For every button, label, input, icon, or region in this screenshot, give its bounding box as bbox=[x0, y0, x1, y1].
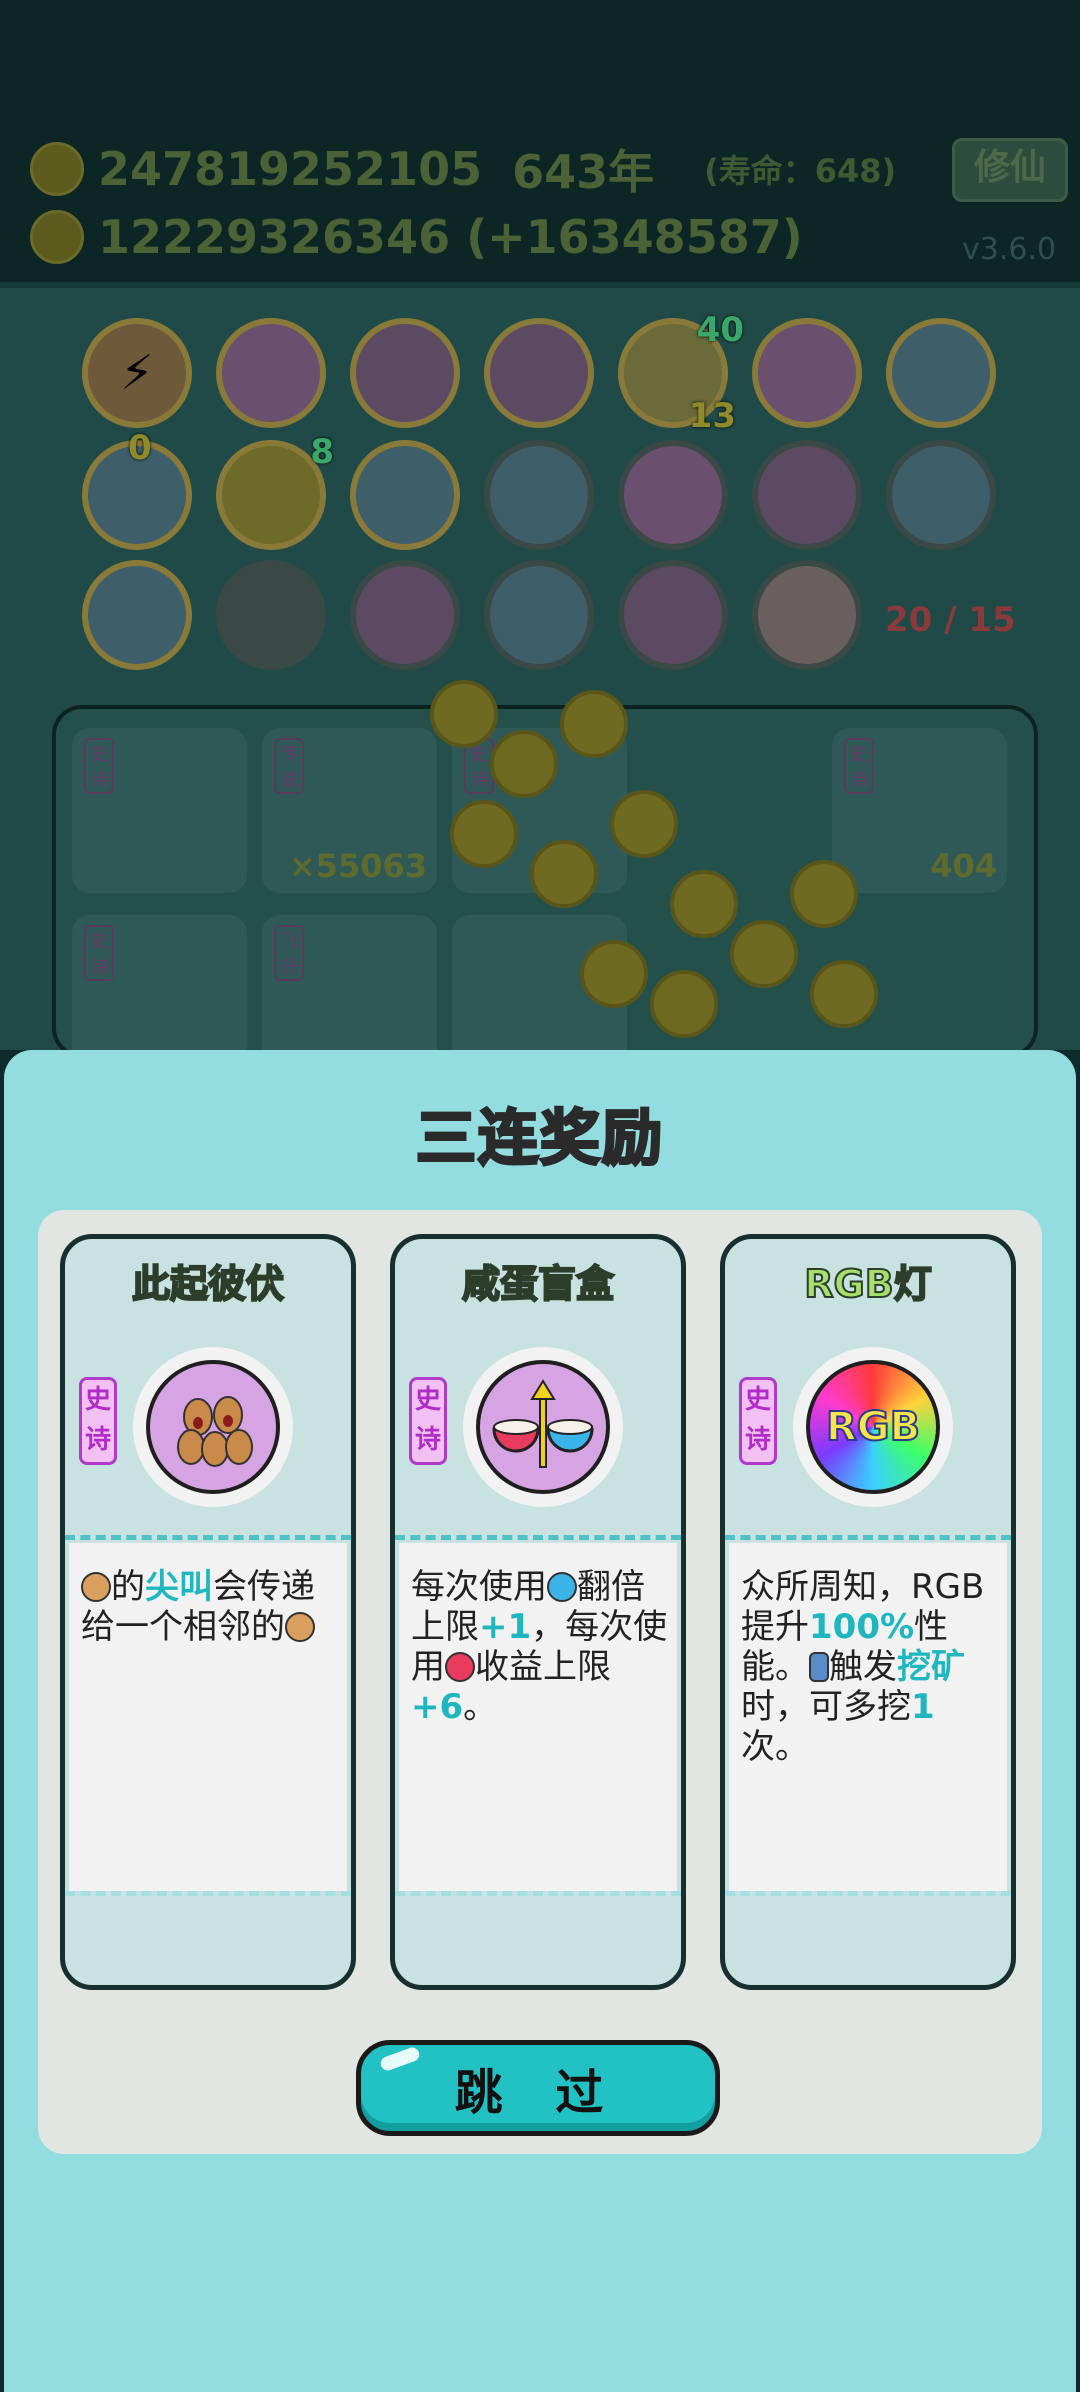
rarity-tag: 飞升 bbox=[274, 925, 304, 981]
rgb-light-icon: RGB bbox=[806, 1360, 940, 1494]
printer-icon[interactable] bbox=[886, 318, 996, 428]
coin-icon bbox=[650, 970, 718, 1038]
card-divider-bottom bbox=[65, 1891, 351, 1896]
age-years: 643年 bbox=[512, 145, 655, 199]
card-description: 的尖叫会传递给一个相邻的 bbox=[81, 1567, 315, 1647]
reward-card-3[interactable]: RGB灯 史诗 RGB 众所周知，RGB提升100%性能。 触发挖矿时，可多挖1次… bbox=[720, 1234, 1016, 1990]
rarity-tag: 史诗 bbox=[84, 925, 114, 981]
rice-bowl-icon[interactable] bbox=[752, 318, 862, 428]
card-name: 此起彼伏 bbox=[131, 1261, 285, 1307]
coin-icon bbox=[490, 730, 558, 798]
rarity-tag: 传说 bbox=[274, 738, 304, 794]
cleaver-icon[interactable] bbox=[350, 318, 460, 428]
rice-bowl-icon bbox=[476, 1360, 610, 1494]
red-bowl-inline-icon bbox=[445, 1652, 475, 1682]
card-divider-bottom bbox=[725, 1891, 1011, 1896]
income-coin-icon bbox=[30, 210, 84, 264]
skirt-icon[interactable] bbox=[752, 440, 862, 550]
income-value: 12229326346 (+16348587) bbox=[98, 210, 803, 264]
card-icon-frame bbox=[463, 1347, 623, 1507]
coin-icon bbox=[560, 690, 628, 758]
modal-title: 三连奖励 bbox=[415, 1103, 664, 1176]
husky-icon[interactable] bbox=[886, 440, 996, 550]
rarity-badge: 史诗 bbox=[739, 1377, 777, 1465]
meerkats-icon bbox=[146, 1360, 280, 1494]
card-icon-frame: RGB bbox=[793, 1347, 953, 1507]
rice-bowl-icon[interactable] bbox=[216, 318, 326, 428]
card-name: RGB灯 bbox=[803, 1261, 932, 1307]
blue-bowl-inline-icon bbox=[547, 1572, 577, 1602]
coin-icon bbox=[810, 960, 878, 1028]
coin-pack-icon[interactable] bbox=[82, 560, 192, 670]
coin-icon bbox=[580, 940, 648, 1008]
coin-icon bbox=[730, 920, 798, 988]
pill-count-badge: 0 bbox=[128, 428, 152, 468]
coin-icon bbox=[670, 870, 738, 938]
coin-icon bbox=[450, 800, 518, 868]
shell-bottom-badge: 13 bbox=[688, 396, 736, 436]
card-name: 咸蛋盲盒 bbox=[461, 1261, 615, 1307]
card-icon-frame bbox=[133, 1347, 293, 1507]
coin-icon bbox=[30, 142, 84, 196]
shell-icon[interactable]: 40 13 bbox=[618, 310, 744, 436]
version-label: v3.6.0 bbox=[962, 232, 1057, 267]
coin-total: 247819252105 bbox=[98, 142, 483, 196]
coin-pile bbox=[430, 640, 910, 1050]
time-magazine-icon[interactable] bbox=[618, 440, 728, 550]
hud-divider bbox=[0, 282, 1080, 288]
coin-icon bbox=[610, 790, 678, 858]
cultivate-button[interactable]: 修仙 bbox=[952, 138, 1068, 202]
card-divider bbox=[725, 1535, 1011, 1540]
card-divider bbox=[65, 1535, 351, 1540]
board-card-bucket[interactable]: 传说 ×55063 bbox=[262, 728, 437, 893]
coin-icon bbox=[790, 860, 858, 928]
rarity-badge: 史诗 bbox=[409, 1377, 447, 1465]
card-divider bbox=[395, 1535, 681, 1540]
card-description: 众所周知，RGB提升100%性能。 触发挖矿时，可多挖1次。 bbox=[741, 1567, 985, 1767]
handshake-count-badge: 8 bbox=[310, 432, 334, 472]
reward-card-2[interactable]: 咸蛋盲盒 史诗 每次使用 翻倍上限+1，每次使用 收益上限+6。 bbox=[390, 1234, 686, 1990]
reward-card-1[interactable]: 此起彼伏 史诗 的尖叫会传递给一个相邻的 bbox=[60, 1234, 356, 1990]
coin-icon bbox=[530, 840, 598, 908]
bucket-count: ×55063 bbox=[288, 847, 427, 885]
board-card-rabbit[interactable]: 史诗 bbox=[72, 728, 247, 893]
rarity-tag: 史诗 bbox=[84, 738, 114, 794]
lightning-icon[interactable]: ⚡ bbox=[82, 318, 192, 428]
skip-button-label: 跳 过 bbox=[454, 2065, 622, 2121]
card-description: 每次使用 翻倍上限+1，每次使用 收益上限+6。 bbox=[411, 1567, 668, 1727]
rarity-badge: 史诗 bbox=[79, 1377, 117, 1465]
pill-pack-icon[interactable]: 0 bbox=[82, 428, 192, 550]
meerkat-inline-icon bbox=[81, 1572, 111, 1602]
skirt-icon[interactable] bbox=[484, 318, 594, 428]
miner-inline-icon bbox=[809, 1652, 829, 1682]
relic-count: 20 / 15 bbox=[885, 600, 1016, 640]
tent-count: 404 bbox=[930, 847, 997, 885]
delete-tag-icon[interactable] bbox=[216, 560, 326, 670]
meerkat-inline-icon bbox=[285, 1612, 315, 1642]
printer-icon[interactable] bbox=[484, 440, 594, 550]
shell-top-badge: 40 bbox=[696, 310, 744, 350]
card-divider-bottom bbox=[395, 1891, 681, 1896]
printer-icon[interactable] bbox=[350, 440, 460, 550]
coin-stat-row: 247819252105 643年 (寿命：648) bbox=[30, 136, 896, 202]
handshake-icon[interactable]: 8 bbox=[216, 432, 334, 550]
coin-icon bbox=[430, 680, 498, 748]
lifespan: (寿命：648) bbox=[704, 152, 897, 190]
income-stat-row: 12229326346 (+16348587) bbox=[30, 210, 803, 264]
